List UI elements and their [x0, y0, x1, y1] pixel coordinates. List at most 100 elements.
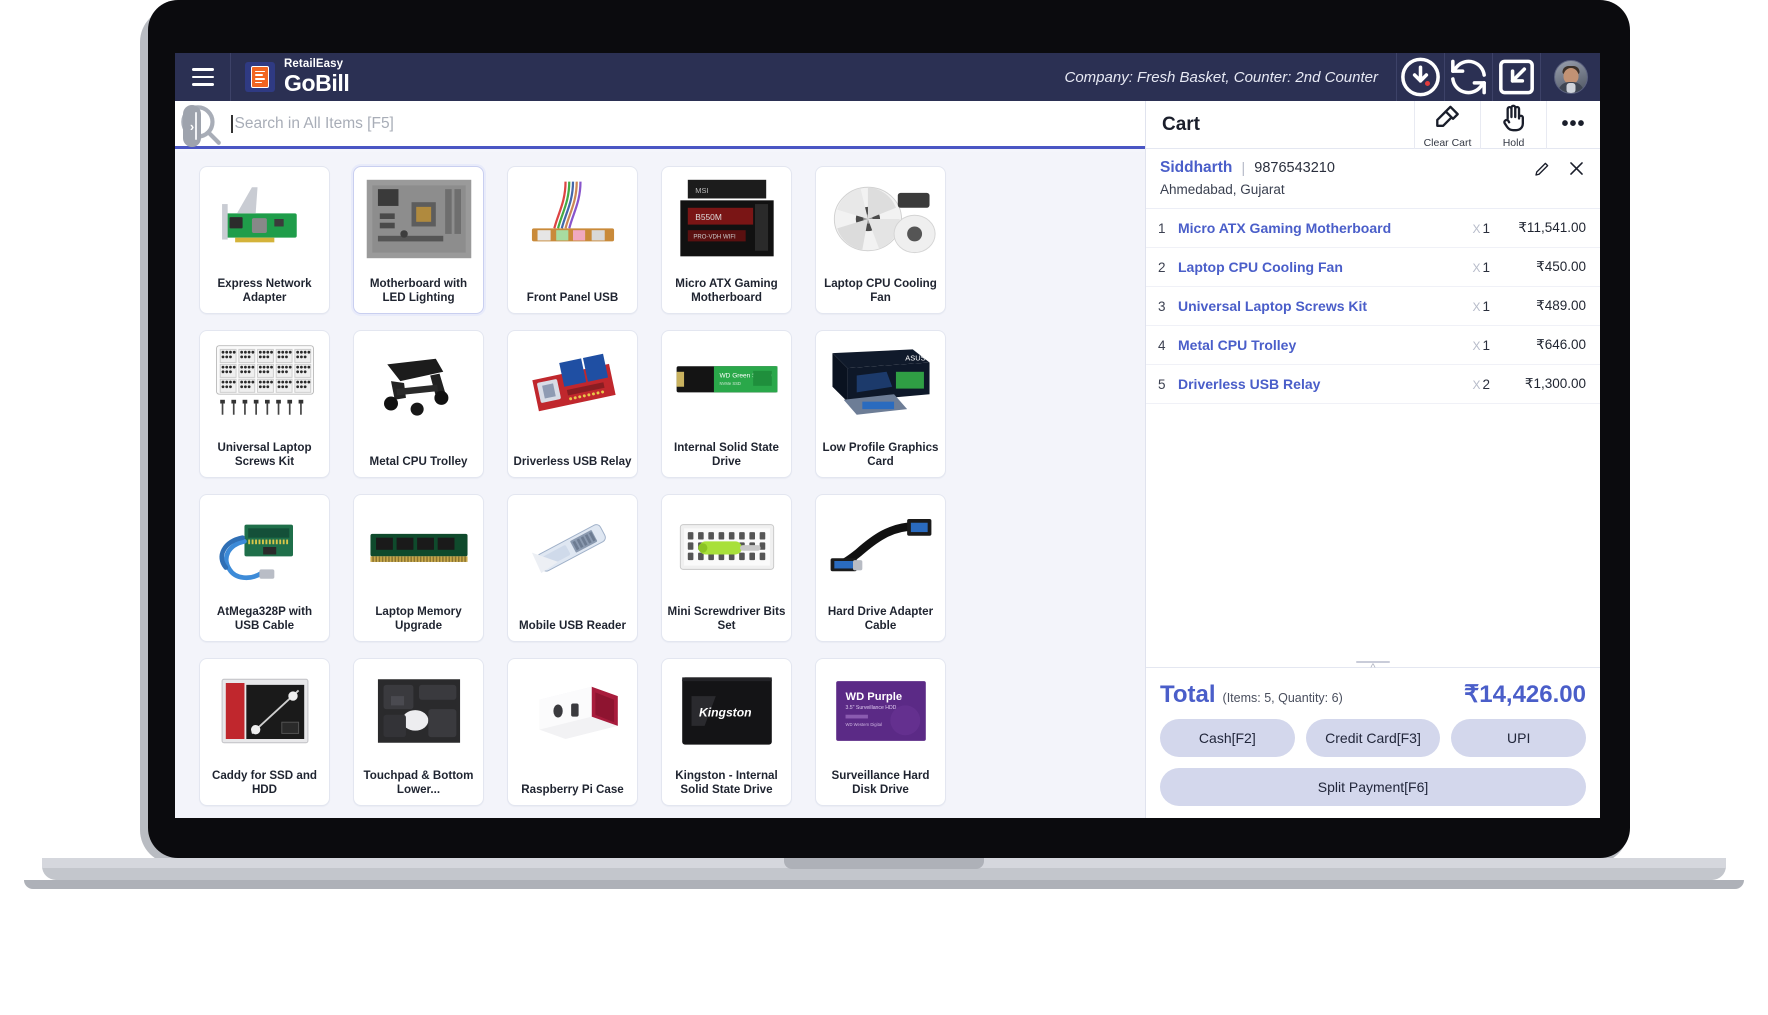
product-card[interactable]: Raspberry Pi Case [507, 658, 638, 806]
customer-name[interactable]: Siddharth [1160, 159, 1232, 177]
product-card[interactable]: WD Green SN350 NVMe SSD Internal Solid Sta… [661, 330, 792, 478]
split-payment-button[interactable]: Split Payment[F6] [1160, 768, 1586, 806]
svg-text:NVMe SSD: NVMe SSD [719, 381, 740, 386]
cart-item-amount: ₹489.00 [1536, 298, 1586, 313]
cart-item-row[interactable]: 1 Micro ATX Gaming Motherboard X 1 ₹11,541.0… [1146, 209, 1600, 248]
product-image: ASUS [825, 339, 937, 427]
products-pane[interactable]: Express Network Adapter Motherboard with … [175, 152, 1145, 818]
cash-button[interactable]: Cash[F2] [1160, 719, 1295, 757]
product-card[interactable]: WD Purple 3.5" Surveillance HDD WD Western… [815, 658, 946, 806]
svg-text:3.5" Surveillance HDD: 3.5" Surveillance HDD [845, 705, 896, 711]
cart-item-amount: ₹450.00 [1536, 259, 1586, 274]
user-avatar[interactable] [1540, 53, 1600, 101]
collapse-screen-icon[interactable] [1492, 53, 1540, 101]
company-counter-label: Company: Fresh Basket, Counter: 2nd Coun… [1064, 68, 1379, 86]
product-card[interactable]: Express Network Adapter [199, 166, 330, 314]
cart-item-name[interactable]: Universal Laptop Screws Kit [1178, 298, 1438, 314]
product-card[interactable]: Driverless USB Relay [507, 330, 638, 478]
cart-item-quantity: X1 [1472, 337, 1490, 353]
product-name: Express Network Adapter [217, 276, 312, 304]
product-image [209, 175, 321, 263]
cart-drag-handle[interactable]: ^ [1356, 661, 1390, 675]
total-row: Total (Items: 5, Quantity: 6) ₹14,426.00 [1160, 668, 1586, 719]
svg-text:MSI: MSI [695, 186, 708, 195]
cart-item-row[interactable]: 5 Driverless USB Relay X 2 ₹1,300.00 [1146, 365, 1600, 404]
product-card[interactable]: Touchpad & Bottom Lower... [353, 658, 484, 806]
laptop-notch [784, 858, 984, 869]
brand-logo-group[interactable]: RetailEasy GoBill [231, 53, 363, 101]
close-icon[interactable] [1567, 159, 1586, 178]
hold-button[interactable]: Hold [1480, 100, 1546, 149]
product-image [671, 503, 783, 591]
brand-name-bottom: GoBill [284, 70, 350, 97]
app-screen: RetailEasy GoBill Company: Fresh Basket,… [175, 53, 1600, 818]
cart-item-amount: ₹11,541.00 [1518, 220, 1586, 235]
product-name: Internal Solid State Drive [673, 440, 779, 468]
cart-item-quantity: X2 [1472, 376, 1490, 392]
cart-item-row[interactable]: 2 Laptop CPU Cooling Fan X 1 ₹450.00 [1146, 248, 1600, 287]
cart-header: Cart Clear Cart Hold ••• [1146, 100, 1600, 149]
product-name: Mini Screwdriver Bits Set [667, 604, 786, 632]
product-name: Raspberry Pi Case [521, 782, 624, 796]
product-card[interactable]: ASUS Low Profile Graphics Card [815, 330, 946, 478]
product-image [363, 667, 475, 755]
product-name: Micro ATX Gaming Motherboard [675, 276, 778, 304]
product-card[interactable]: Metal CPU Trolley [353, 330, 484, 478]
product-image [517, 175, 629, 263]
product-name: Mobile USB Reader [519, 618, 626, 632]
customer-info: Siddharth | 9876543210 Ahmedabad, Gujara… [1146, 149, 1600, 209]
product-name: Front Panel USB [526, 290, 619, 304]
search-input[interactable] [234, 114, 1145, 133]
cart-item-row[interactable]: 3 Universal Laptop Screws Kit X 1 ₹489.00 [1146, 287, 1600, 326]
refresh-icon[interactable] [1444, 53, 1492, 101]
product-card[interactable]: Motherboard with LED Lighting [353, 166, 484, 314]
cart-more-options-icon[interactable]: ••• [1546, 100, 1600, 149]
product-card[interactable]: AtMega328P with USB Cable [199, 494, 330, 642]
app-header: RetailEasy GoBill Company: Fresh Basket,… [175, 53, 1600, 101]
product-card[interactable]: Kingston Kingston - Internal Solid State … [661, 658, 792, 806]
upi-button[interactable]: UPI [1451, 719, 1587, 757]
cart-items-list: 1 Micro ATX Gaming Motherboard X 1 ₹11,541.0… [1146, 209, 1600, 667]
cart-item-index: 1 [1158, 220, 1166, 236]
hamburger-icon[interactable] [175, 53, 231, 101]
cart-item-name[interactable]: Metal CPU Trolley [1178, 337, 1438, 353]
cart-item-row[interactable]: 4 Metal CPU Trolley X 1 ₹646.00 [1146, 326, 1600, 365]
sidebar-expand-toggle[interactable]: › [183, 105, 201, 147]
product-image [363, 503, 475, 591]
product-card[interactable]: MSI B550M PRO-VDH WIFI Micro ATX Gaming Mot… [661, 166, 792, 314]
product-card[interactable]: Mobile USB Reader [507, 494, 638, 642]
product-card[interactable]: Universal Laptop Screws Kit [199, 330, 330, 478]
product-name: Caddy for SSD and HDD [211, 768, 317, 796]
product-name: Metal CPU Trolley [369, 454, 468, 468]
customer-phone: 9876543210 [1254, 160, 1335, 176]
pencil-icon[interactable] [1533, 160, 1551, 178]
clear-cart-button[interactable]: Clear Cart [1414, 100, 1480, 149]
svg-text:B550M: B550M [695, 212, 722, 222]
payment-buttons: Cash[F2] Credit Card[F3] UPI [1160, 719, 1587, 757]
product-card[interactable]: Laptop Memory Upgrade [353, 494, 484, 642]
svg-text:WD Western Digital: WD Western Digital [845, 722, 882, 727]
cart-item-name[interactable]: Driverless USB Relay [1178, 376, 1438, 392]
product-name: Touchpad & Bottom Lower... [363, 768, 474, 796]
product-image [363, 175, 475, 263]
product-grid: Express Network Adapter Motherboard with … [175, 152, 1145, 818]
cart-item-name[interactable]: Micro ATX Gaming Motherboard [1178, 220, 1438, 236]
product-card[interactable]: Mini Screwdriver Bits Set [661, 494, 792, 642]
product-image [517, 503, 629, 591]
pending-sync-icon[interactable] [1396, 53, 1444, 101]
product-name: Driverless USB Relay [513, 454, 632, 468]
cart-item-amount: ₹1,300.00 [1524, 376, 1586, 391]
product-image [825, 503, 937, 591]
product-image: WD Green SN350 NVMe SSD [671, 339, 783, 427]
laptop-foot [24, 880, 1744, 889]
product-card[interactable]: Hard Drive Adapter Cable [815, 494, 946, 642]
product-image [209, 503, 321, 591]
cart-item-name[interactable]: Laptop CPU Cooling Fan [1178, 259, 1438, 275]
product-card[interactable]: Laptop CPU Cooling Fan [815, 166, 946, 314]
total-meta: (Items: 5, Quantity: 6) [1222, 691, 1343, 705]
notification-badge [1424, 80, 1431, 87]
credit-card-button[interactable]: Credit Card[F3] [1305, 719, 1441, 757]
product-card[interactable]: Front Panel USB [507, 166, 638, 314]
product-name: Laptop Memory Upgrade [375, 604, 462, 632]
product-card[interactable]: Caddy for SSD and HDD [199, 658, 330, 806]
